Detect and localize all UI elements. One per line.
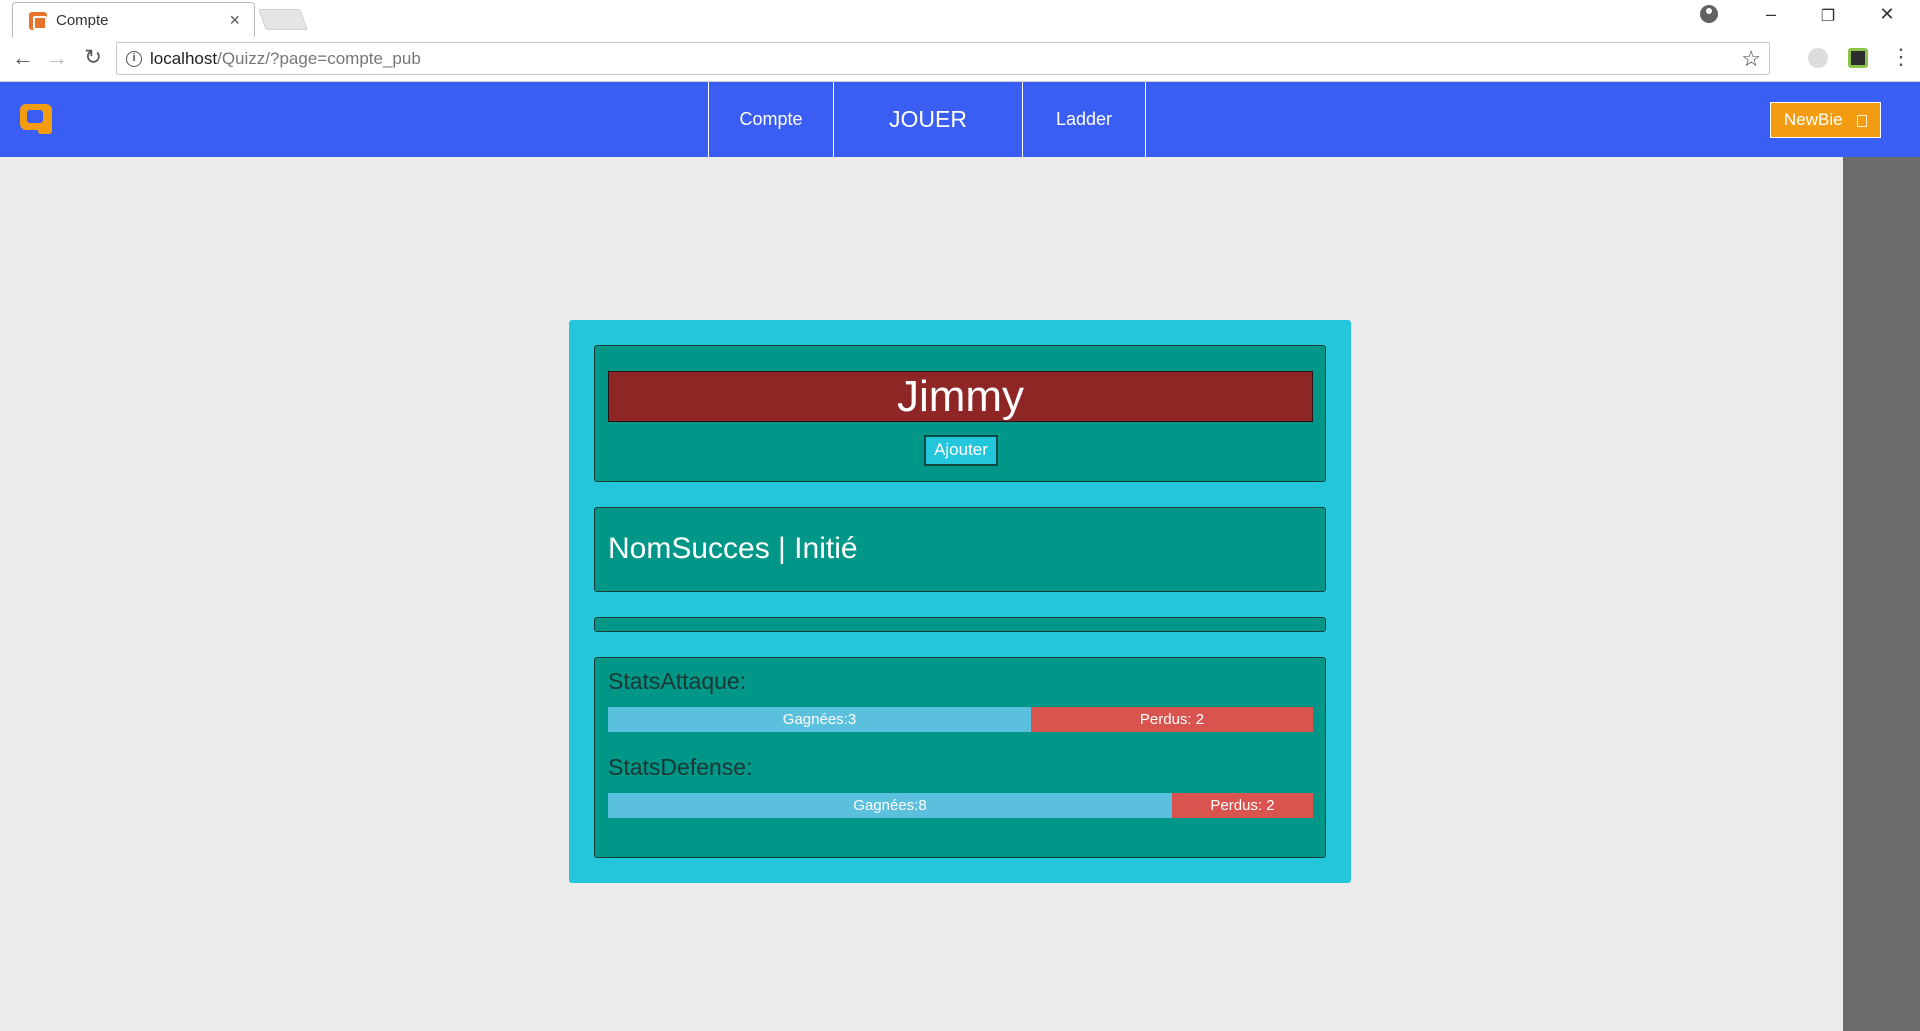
close-icon[interactable]: ×: [229, 10, 240, 31]
url-text: localhost/Quizz/?page=compte_pub: [150, 49, 421, 68]
name-panel: Jimmy Ajouter: [594, 345, 1326, 482]
extension-icon[interactable]: [1808, 48, 1828, 68]
menu-icon[interactable]: ⋮: [1890, 44, 1912, 70]
quizz-logo-icon[interactable]: [18, 102, 56, 138]
add-button[interactable]: Ajouter: [924, 435, 998, 466]
site-navbar: Compte JOUER Ladder NewBie: [0, 82, 1920, 157]
defense-won-segment: Gagnées:8: [608, 793, 1172, 818]
restore-icon[interactable]: ❐: [1808, 6, 1848, 26]
attack-stats-bar: Gagnées:3 Perdus: 2: [608, 707, 1313, 732]
defense-stats-bar: Gagnées:8 Perdus: 2: [608, 793, 1313, 818]
empty-panel: [594, 617, 1326, 632]
back-arrow-icon[interactable]: ←: [8, 45, 38, 71]
new-tab-button[interactable]: [258, 9, 308, 30]
attack-lost-segment: Perdus: 2: [1031, 707, 1313, 732]
nav-jouer[interactable]: JOUER: [833, 82, 1022, 157]
extension-check-icon[interactable]: [1848, 48, 1868, 68]
user-rank-button[interactable]: NewBie: [1770, 102, 1881, 138]
profile-icon[interactable]: [1700, 5, 1718, 23]
minimize-icon[interactable]: –: [1751, 4, 1791, 25]
nav-compte[interactable]: Compte: [708, 82, 833, 157]
user-rank-label: NewBie: [1784, 110, 1843, 129]
stats-panel: StatsAttaque: Gagnées:3 Perdus: 2 StatsD…: [594, 657, 1326, 858]
nav-ladder[interactable]: Ladder: [1022, 82, 1146, 157]
xampp-favicon-icon: [29, 12, 47, 30]
forward-arrow-icon[interactable]: →: [42, 45, 72, 71]
address-bar[interactable]: i localhost/Quizz/?page=compte_pub ☆: [116, 42, 1770, 75]
success-panel: NomSucces | Initié: [594, 507, 1326, 592]
player-name: Jimmy: [608, 371, 1313, 422]
tab-title: Compte: [56, 12, 109, 29]
reload-icon[interactable]: ↻: [78, 45, 108, 70]
browser-tab[interactable]: Compte ×: [12, 2, 255, 38]
window-close-icon[interactable]: ✕: [1867, 4, 1907, 25]
attack-stats-label: StatsAttaque:: [608, 668, 747, 694]
bookmark-star-icon[interactable]: ☆: [1741, 46, 1761, 72]
attack-won-segment: Gagnées:3: [608, 707, 1031, 732]
success-title: NomSucces | Initié: [608, 532, 858, 565]
browser-toolbar: ← → ↻ i localhost/Quizz/?page=compte_pub…: [0, 37, 1920, 82]
defense-lost-segment: Perdus: 2: [1172, 793, 1313, 818]
page-side-strip: [1843, 157, 1920, 1031]
box-icon: [1857, 115, 1867, 127]
browser-tabstrip: Compte × – ❐ ✕: [0, 0, 1920, 38]
defense-stats-label: StatsDefense:: [608, 754, 753, 780]
info-icon[interactable]: i: [126, 51, 142, 67]
profile-card: Jimmy Ajouter NomSucces | Initié StatsAt…: [569, 320, 1351, 883]
